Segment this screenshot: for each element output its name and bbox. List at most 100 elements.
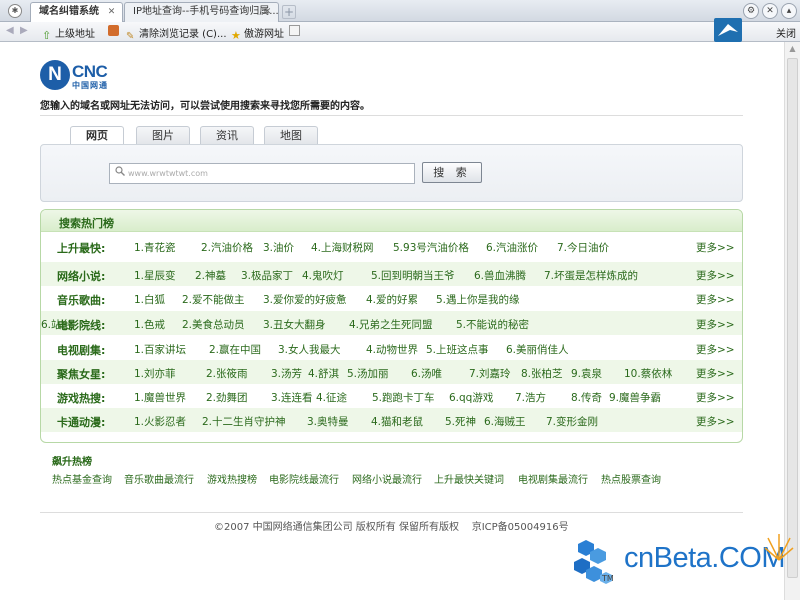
rising-link[interactable]: 电影院线最流行 [269,471,339,486]
tab-news[interactable]: 资讯 [200,126,254,144]
hot-keyword-link[interactable]: 8.张柏芝 [521,366,563,381]
scroll-thumb[interactable] [787,58,798,578]
hot-keyword-link[interactable]: 3.油价 [263,240,294,255]
scroll-up-icon[interactable]: ▲ [785,42,800,56]
forward-icon[interactable]: ▶ [20,25,28,36]
tab-maps[interactable]: 地图 [264,126,318,144]
hot-keyword-link[interactable]: 1.百家讲坛 [134,342,186,357]
tab-domain-correction[interactable]: 域名纠错系统 ✕ [30,2,123,22]
hot-keyword-link[interactable]: 2.张筱雨 [206,366,248,381]
tools-icon[interactable]: ⚙ [743,3,759,19]
hot-keyword-link[interactable]: 4.动物世界 [366,342,418,357]
rising-link[interactable]: 游戏热搜榜 [207,471,257,486]
hot-keyword-link[interactable]: 3.汤芳 [271,366,302,381]
more-link[interactable]: 更多>> [696,240,735,255]
hot-keyword-link[interactable]: 4.舒淇 [308,366,339,381]
hot-keyword-link[interactable]: 7.变形金刚 [546,414,598,429]
hot-keyword-link[interactable]: 4.上海财税网 [311,240,374,255]
hot-keyword-link[interactable]: 6.站台 [41,317,72,332]
hot-keyword-link[interactable]: 5.上班这点事 [426,342,489,357]
hot-keyword-link[interactable]: 2.赢在中国 [209,342,261,357]
hot-keyword-link[interactable]: 6.美丽俏佳人 [506,342,569,357]
search-input[interactable]: www.wrwtwtwt.com [109,163,415,184]
browser-menu-icon[interactable]: ✱ [8,4,22,18]
hot-keyword-link[interactable]: 8.传奇 [571,390,602,405]
hot-keyword-link[interactable]: 5.不能说的秘密 [456,317,529,332]
hot-keyword-link[interactable]: 4.鬼吹灯 [302,268,344,283]
window-close-icon[interactable]: ✕ [762,3,778,19]
hot-keyword-link[interactable]: 1.青花瓷 [134,240,176,255]
tab-images[interactable]: 图片 [136,126,190,144]
hot-keyword-link[interactable]: 4.兄弟之生死同盟 [349,317,433,332]
hot-keyword-link[interactable]: 5.回到明朝当王爷 [371,268,455,283]
hot-keyword-link[interactable]: 7.坏蛋是怎样炼成的 [544,268,638,283]
hot-keyword-link[interactable]: 4.猫和老鼠 [371,414,423,429]
scroll-tabs-icon[interactable]: ▴ [781,3,797,19]
rising-link[interactable]: 网络小说最流行 [352,471,422,486]
clear-history-button[interactable]: ✎ 清除浏览记录 (C)... [126,25,227,42]
hot-keyword-link[interactable]: 1.色戒 [134,317,165,332]
hot-keyword-link[interactable]: 1.魔兽世界 [134,390,186,405]
hot-keyword-link[interactable]: 6.海贼王 [484,414,526,429]
close-icon[interactable]: ✕ [106,7,117,18]
rising-link[interactable]: 音乐歌曲最流行 [124,471,194,486]
hot-keyword-link[interactable]: 7.刘嘉玲 [469,366,511,381]
more-link[interactable]: 更多>> [696,292,735,307]
hot-keyword-link[interactable]: 1.白狐 [134,292,165,307]
hot-keyword-link[interactable]: 5.遇上你是我的缘 [436,292,520,307]
hot-keyword-link[interactable]: 9.袁泉 [571,366,602,381]
more-link[interactable]: 更多>> [696,366,735,381]
rising-link[interactable]: 上升最快关键词 [434,471,504,486]
hot-keyword-link[interactable]: 2.汽油价格 [201,240,253,255]
more-link[interactable]: 更多>> [696,317,735,332]
hot-keyword-link[interactable]: 1.星辰变 [134,268,176,283]
tab-ip-lookup[interactable]: IP地址查询--手机号码查询归属... ✕ [124,2,279,22]
rising-link[interactable]: 热点股票查询 [601,471,661,486]
more-link[interactable]: 更多>> [696,390,735,405]
hot-keyword-link[interactable]: 3.丑女大翻身 [263,317,326,332]
hot-keyword-link[interactable]: 7.今日油价 [557,240,609,255]
hot-keyword-link[interactable]: 9.魔兽争霸 [609,390,661,405]
hot-keyword-link[interactable]: 1.刘亦菲 [134,366,176,381]
maxthon-sites-button[interactable]: ★ 傲游网址 [231,25,284,41]
hot-keyword-link[interactable]: 5.死神 [445,414,476,429]
back-icon[interactable]: ◀ [6,25,14,36]
hot-keyword-link[interactable]: 3.极品家丁 [241,268,293,283]
new-tab-button[interactable]: + [282,5,296,19]
hot-keyword-link[interactable]: 3.女人我最大 [278,342,341,357]
parent-address-button[interactable]: ⇧ 上级地址 [42,25,95,41]
hot-keyword-link[interactable]: 4.征途 [316,390,347,405]
hot-keyword-link[interactable]: 6.汤唯 [411,366,442,381]
hot-keyword-link[interactable]: 4.爱的好累 [366,292,418,307]
hot-keyword-link[interactable]: 2.劲舞团 [206,390,248,405]
tab-web[interactable]: 网页 [70,126,124,145]
more-link[interactable]: 更多>> [696,414,735,429]
hot-keyword-link[interactable]: 7.浩方 [515,390,546,405]
rising-link[interactable]: 电视剧集最流行 [518,471,588,486]
hot-keyword-link[interactable]: 3.连连看 [271,390,313,405]
hot-keyword-link[interactable]: 6.兽血沸腾 [474,268,526,283]
more-link[interactable]: 更多>> [696,268,735,283]
star-icon: ★ [231,29,241,42]
hot-keyword-link[interactable]: 2.神墓 [195,268,226,283]
search-button[interactable]: 搜 索 [422,162,482,183]
hot-keyword-link[interactable]: 3.爱你爱的好疲惫 [263,292,347,307]
hot-keyword-link[interactable]: 6.qq游戏 [449,390,493,405]
plugin-icon[interactable] [108,25,121,37]
hot-keyword-link[interactable]: 3.奥特曼 [307,414,349,429]
close-icon[interactable]: ✕ [262,7,273,18]
hot-keyword-link[interactable]: 1.火影忍者 [134,414,186,429]
rising-link[interactable]: 热点基金查询 [52,471,112,486]
hot-keyword-link[interactable]: 5.跑跑卡丁车 [372,390,435,405]
hot-keyword-link[interactable]: 5.汤加丽 [347,366,389,381]
hot-keyword-link[interactable]: 2.十二生肖守护神 [202,414,286,429]
hot-keyword-link[interactable]: 2.爱不能做主 [182,292,245,307]
more-link[interactable]: 更多>> [696,342,735,357]
close-button[interactable]: 关闭 [776,25,796,40]
hot-keyword-link[interactable]: 5.93号汽油价格 [393,240,469,255]
hot-keyword-link[interactable]: 6.汽油涨价 [486,240,538,255]
vertical-scrollbar[interactable]: ▲ [784,42,800,600]
hot-keyword-link[interactable]: 10.蔡依林 [624,366,672,381]
page-icon[interactable] [289,25,302,37]
hot-keyword-link[interactable]: 2.美食总动员 [182,317,245,332]
